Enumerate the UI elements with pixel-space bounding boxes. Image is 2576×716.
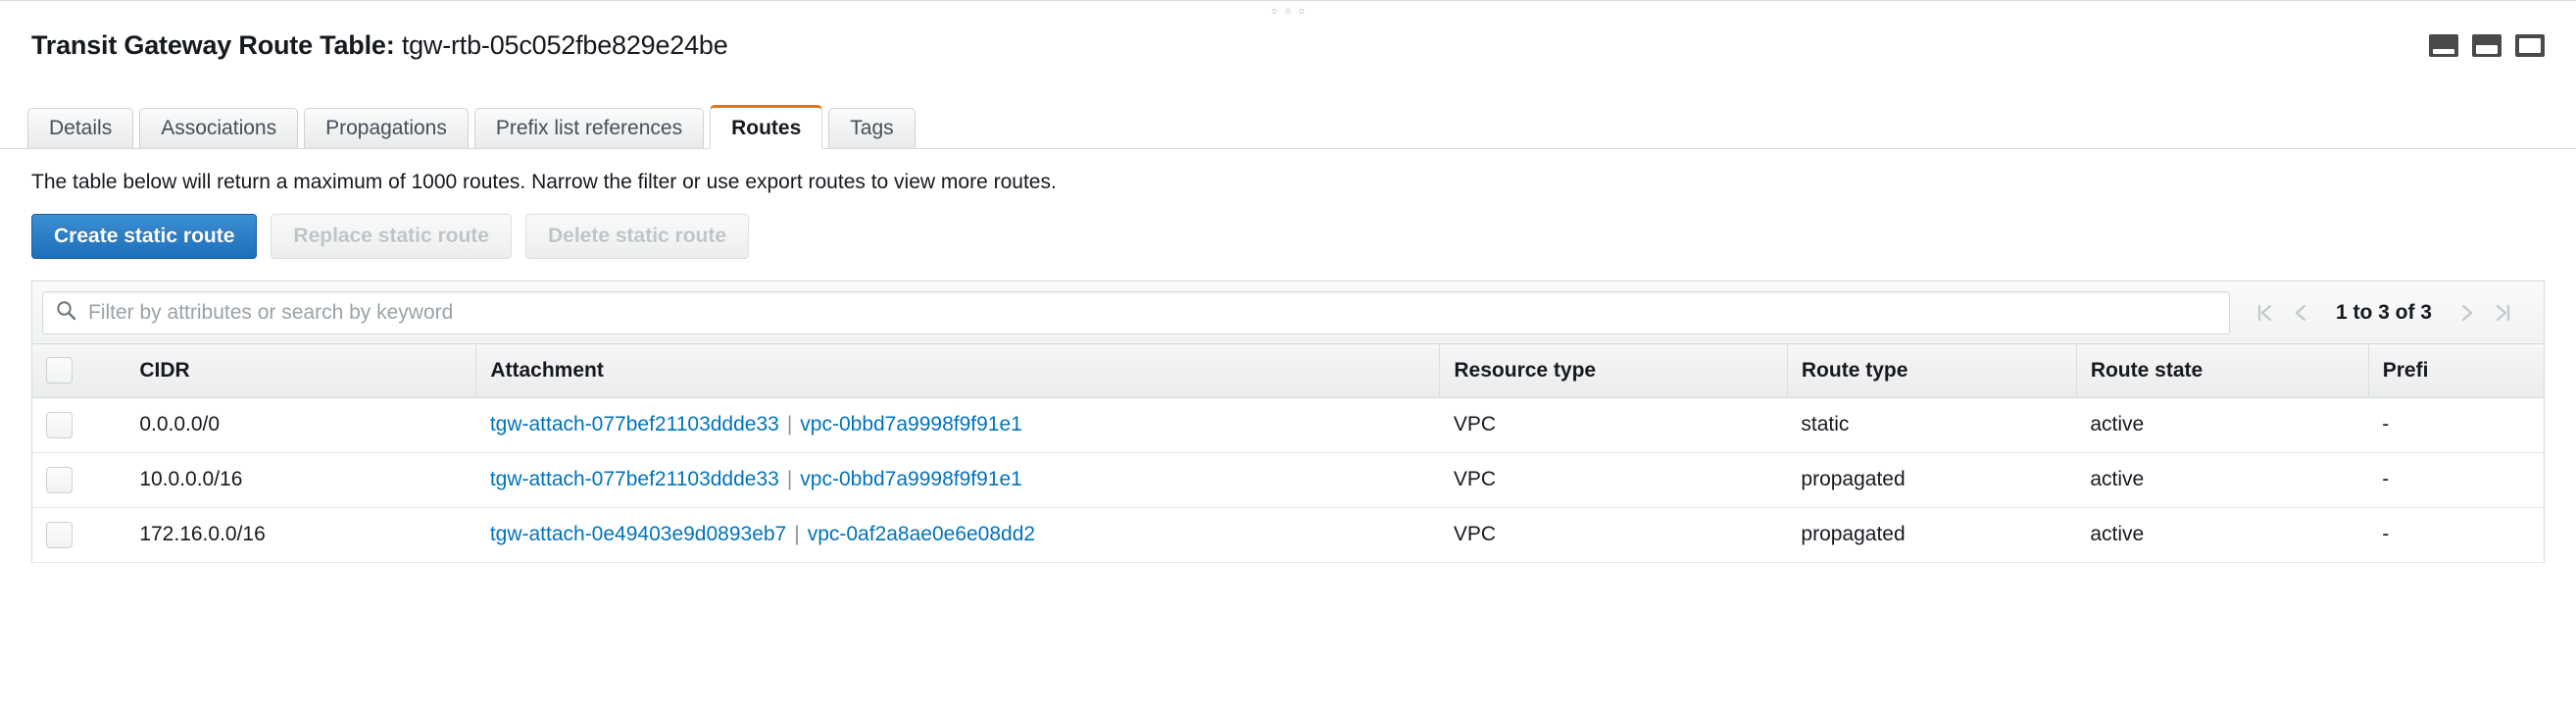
row-select-cell bbox=[32, 452, 126, 508]
cell-resource-type: VPC bbox=[1439, 397, 1788, 453]
routes-table: CIDR Attachment Resource type Route type… bbox=[32, 344, 2544, 563]
button-label: Create static route bbox=[54, 225, 235, 247]
page-title-resource-id: tgw-rtb-05c052fbe829e24be bbox=[401, 29, 728, 60]
row-checkbox[interactable] bbox=[46, 521, 73, 548]
cell-route-type: static bbox=[1787, 397, 2077, 453]
cell-prefix-list-id: - bbox=[2368, 452, 2544, 508]
vpc-link[interactable]: vpc-0bbd7a9998f9f91e1 bbox=[800, 413, 1022, 435]
routes-notice-text: The table below will return a maximum of… bbox=[31, 171, 1057, 193]
layout-bottom-panel-icon[interactable] bbox=[2429, 33, 2458, 57]
tab-details[interactable]: Details bbox=[27, 108, 134, 149]
select-all-header bbox=[32, 344, 126, 398]
cell-attachment: tgw-attach-077bef21103ddde33 | vpc-0bbd7a9… bbox=[475, 452, 1440, 508]
delete-static-route-button: Delete static route bbox=[524, 214, 750, 259]
vpc-link[interactable]: vpc-0bbd7a9998f9f91e1 bbox=[800, 468, 1022, 490]
cell-cidr: 0.0.0.0/0 bbox=[125, 397, 476, 453]
cell-cidr: 10.0.0.0/16 bbox=[125, 452, 476, 508]
cell-attachment: tgw-attach-077bef21103ddde33 | vpc-0bbd7a9… bbox=[475, 397, 1440, 453]
pagination-next-button[interactable] bbox=[2450, 291, 2483, 334]
pagination-first-button[interactable] bbox=[2248, 291, 2281, 334]
pagination: 1 to 3 of 3 bbox=[2230, 291, 2534, 334]
attachment-link[interactable]: tgw-attach-0e49403e9d0893eb7 bbox=[490, 523, 786, 545]
row-select-cell bbox=[32, 397, 126, 453]
tab-label: Prefix list references bbox=[495, 117, 683, 139]
cell-resource-type: VPC bbox=[1439, 507, 1788, 563]
tab-label: Routes bbox=[731, 116, 802, 139]
routes-tab-content: The table below will return a maximum of… bbox=[0, 149, 2576, 716]
pagination-prev-button[interactable] bbox=[2285, 291, 2318, 334]
column-header-route-type[interactable]: Route type bbox=[1786, 344, 2077, 398]
tab-tags[interactable]: Tags bbox=[828, 108, 916, 149]
search-icon bbox=[55, 299, 76, 326]
tab-label: Associations bbox=[161, 117, 277, 139]
cell-separator: | bbox=[786, 468, 793, 490]
attachment-link[interactable]: tgw-attach-077bef21103ddde33 bbox=[490, 413, 779, 435]
tab-label: Details bbox=[49, 117, 113, 139]
tab-associations[interactable]: Associations bbox=[139, 108, 299, 149]
routes-table-toolbar: 1 to 3 of 3 bbox=[32, 281, 2544, 344]
routes-action-bar: Create static route Replace static route… bbox=[31, 214, 2545, 259]
page-title-label: Transit Gateway Route Table: bbox=[31, 29, 395, 60]
create-static-route-button[interactable]: Create static route bbox=[31, 214, 258, 259]
cell-route-type: propagated bbox=[1787, 452, 2077, 508]
pagination-range-label: 1 to 3 of 3 bbox=[2335, 300, 2432, 324]
cell-prefix-list-id: - bbox=[2368, 397, 2544, 453]
tab-bar: Details Associations Propagations Prefix… bbox=[0, 102, 2576, 149]
vpc-link[interactable]: vpc-0af2a8ae0e6e08dd2 bbox=[808, 523, 1035, 545]
tab-propagations[interactable]: Propagations bbox=[304, 108, 469, 149]
layout-full-panel-icon[interactable] bbox=[2515, 33, 2545, 57]
table-row[interactable]: 10.0.0.0/16 tgw-attach-077bef21103ddde33… bbox=[32, 452, 2544, 508]
column-header-prefix-list-id[interactable]: Prefi bbox=[2367, 344, 2544, 398]
cell-route-state: active bbox=[2076, 507, 2369, 563]
page-title: Transit Gateway Route Table: tgw-rtb-05c… bbox=[31, 30, 728, 61]
row-select-cell bbox=[32, 507, 126, 563]
column-header-resource-type[interactable]: Resource type bbox=[1439, 344, 1788, 398]
row-checkbox[interactable] bbox=[46, 466, 73, 493]
table-row[interactable]: 172.16.0.0/16 tgw-attach-0e49403e9d0893e… bbox=[32, 507, 2544, 563]
tab-label: Tags bbox=[850, 117, 894, 139]
cell-route-state: active bbox=[2076, 452, 2369, 508]
tab-routes[interactable]: Routes bbox=[710, 105, 823, 149]
pagination-last-button[interactable] bbox=[2487, 291, 2520, 334]
routes-table-panel: 1 to 3 of 3 bbox=[31, 281, 2545, 563]
tab-prefix-list-references[interactable]: Prefix list references bbox=[473, 108, 705, 149]
tab-label: Propagations bbox=[325, 117, 447, 139]
cell-separator: | bbox=[786, 413, 793, 435]
search-box[interactable] bbox=[42, 290, 2230, 334]
cell-prefix-list-id: - bbox=[2368, 507, 2544, 563]
column-header-route-state[interactable]: Route state bbox=[2075, 344, 2369, 398]
cell-attachment: tgw-attach-0e49403e9d0893eb7 | vpc-0af2a8a… bbox=[475, 507, 1440, 563]
table-header-row: CIDR Attachment Resource type Route type… bbox=[32, 344, 2544, 398]
column-header-attachment[interactable]: Attachment bbox=[475, 344, 1440, 398]
window-layout-controls bbox=[2429, 33, 2545, 57]
table-row[interactable]: 0.0.0.0/0 tgw-attach-077bef21103ddde33 | v… bbox=[32, 397, 2544, 453]
search-input[interactable] bbox=[86, 299, 2217, 326]
select-all-checkbox[interactable] bbox=[46, 357, 73, 384]
column-header-cidr[interactable]: CIDR bbox=[125, 344, 476, 398]
replace-static-route-button: Replace static route bbox=[271, 214, 512, 259]
button-label: Replace static route bbox=[293, 225, 489, 247]
layout-split-panel-icon[interactable] bbox=[2472, 33, 2502, 57]
row-checkbox[interactable] bbox=[46, 411, 73, 438]
attachment-link[interactable]: tgw-attach-077bef21103ddde33 bbox=[490, 468, 779, 490]
button-label: Delete static route bbox=[547, 225, 727, 247]
cell-route-type: propagated bbox=[1787, 507, 2077, 563]
cell-cidr: 172.16.0.0/16 bbox=[125, 507, 476, 563]
cell-separator: | bbox=[794, 523, 800, 545]
cell-route-state: active bbox=[2076, 397, 2369, 453]
panel-header: Transit Gateway Route Table: tgw-rtb-05c… bbox=[0, 10, 2576, 80]
cell-resource-type: VPC bbox=[1439, 452, 1788, 508]
